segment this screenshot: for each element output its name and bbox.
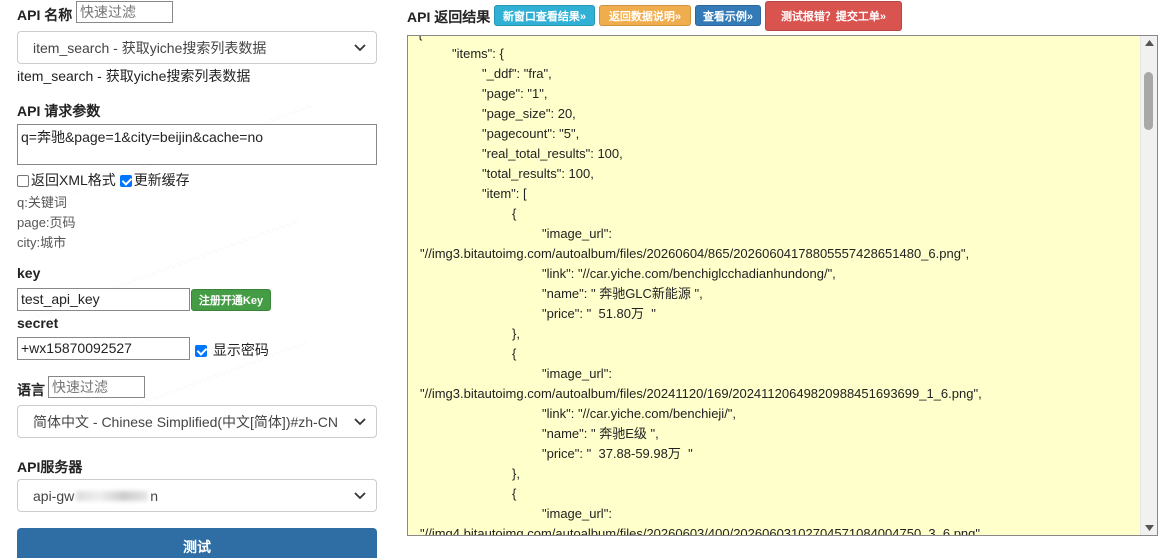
language-label: 语言 [17,382,45,398]
json-line: { [418,36,422,44]
json-line: "price": " 51.80万 " [542,306,656,321]
key-input[interactable]: test_api_key [17,288,190,311]
json-line: }, [512,466,520,481]
json-line: { [512,346,517,361]
json-line: { [512,206,517,221]
json-line: "item": [ [482,186,527,201]
json-line: "image_url": [542,506,612,521]
json-line: "image_url": [542,226,612,241]
json-line: "pagecount": "5", [482,126,580,141]
scroll-down-icon[interactable] [1145,525,1154,531]
key-label: key [17,265,41,281]
register-key-button[interactable]: 注册开通Key [191,289,271,311]
cache-checkbox[interactable] [119,175,132,187]
submit-ticket-button[interactable]: 测试报错？提交工单» [765,1,902,31]
cache-checkbox-label: 更新缓存 [133,172,190,188]
json-line: "page_size": 20, [482,106,576,121]
server-select[interactable]: api-gw n [17,479,377,512]
json-line: "name": " 奔驰E级 ", [542,426,659,441]
result-label: API 返回结果 [407,9,491,25]
language-filter-input[interactable] [48,376,145,398]
secret-input[interactable]: +wx15870092527 [17,337,190,360]
json-line: "name": " 奔驰GLC新能源 ", [542,286,703,301]
param-hint: city:城市 [17,235,67,250]
xml-checkbox-label: 返回XML格式 [31,172,116,188]
show-password-label: 显示密码 [212,342,269,358]
json-line: "image_url": [542,366,612,381]
chevron-down-icon [354,492,366,500]
scroll-up-icon[interactable] [1145,40,1154,46]
json-line: "link": "//car.yiche.com/benchiglcchadia… [542,266,836,281]
language-select[interactable]: 简体中文 - Chinese Simplified(中文[简体])#zh-CN [17,405,377,438]
data-description-button[interactable]: 返回数据说明» [599,5,691,26]
json-line: "link": "//car.yiche.com/benchieji/", [542,406,737,421]
chevron-down-icon [354,418,366,426]
open-new-window-button[interactable]: 新窗口查看结果» [494,5,595,26]
param-hints: q:关键词 page:页码 city:城市 [17,193,76,253]
params-textarea[interactable]: q=奔驰&page=1&city=beijin&cache=no [17,124,377,165]
json-result-textarea[interactable]: { "items": { "_ddf": "fra", "page": "1", "pa… [407,35,1158,536]
server-select-value: api-gw [33,487,75,504]
json-line: { [512,486,517,501]
json-line: "_ddf": "fra", [482,66,552,81]
params-label: API 请求参数 [17,103,101,119]
api-name-label: API 名称 [17,7,73,23]
vertical-scrollbar[interactable] [1140,36,1157,535]
xml-checkbox[interactable] [17,175,29,187]
language-select-value: 简体中文 - Chinese Simplified(中文[简体])#zh-CN [33,413,338,430]
json-line: }, [512,326,520,341]
json-line: "items": { [452,46,504,61]
json-line: "price": " 37.88-59.98万 " [542,446,693,461]
param-hint: page:页码 [17,215,76,230]
api-select-value: item_search - 获取yiche搜索列表数据 [33,39,267,56]
api-description: item_search - 获取yiche搜索列表数据 [17,68,251,84]
test-button[interactable]: 测试 [17,528,377,558]
show-password-row: 显示密码 [195,340,269,360]
api-filter-input[interactable] [76,1,173,23]
json-line: "//img3.bitautoimg.com/autoalbum/files/2… [420,246,970,261]
options-row: 返回XML格式 更新缓存 [17,170,190,190]
scrollbar-thumb[interactable] [1144,72,1153,130]
server-select-suffix: n [150,487,159,504]
json-line: "//img4.bitautoimg.com/autoalbum/files/2… [420,526,984,536]
test-button-label: 测试 [183,539,211,555]
json-line: "real_total_results": 100, [482,146,623,161]
view-example-button[interactable]: 查看示例» [695,5,761,26]
api-select[interactable]: item_search - 获取yiche搜索列表数据 [17,31,377,64]
json-line: "total_results": 100, [482,166,594,181]
param-hint: q:关键词 [17,195,67,210]
json-line: "//img3.bitautoimg.com/autoalbum/files/2… [420,386,982,401]
redacted-blur [76,490,149,501]
json-line: "page": "1", [482,86,548,101]
server-label: API服务器 [17,459,83,475]
chevron-down-icon [354,44,366,52]
secret-label: secret [17,315,59,331]
show-password-checkbox[interactable] [195,345,207,357]
